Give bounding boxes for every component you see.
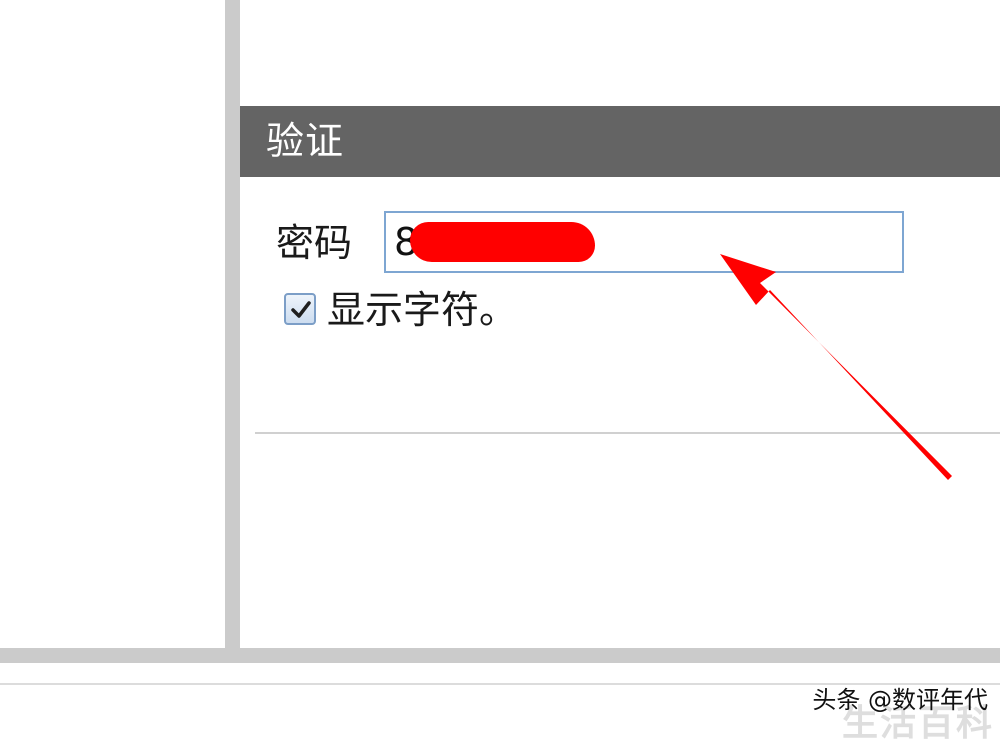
check-icon: [291, 301, 311, 318]
section-header-verify: 验证: [240, 106, 1000, 177]
show-chars-checkbox[interactable]: [284, 293, 316, 325]
vertical-splitter[interactable]: [225, 0, 240, 648]
password-label: 密码: [276, 221, 353, 265]
redaction-mark: [410, 222, 595, 262]
horizontal-splitter[interactable]: [0, 648, 1000, 663]
left-pane: [0, 0, 225, 648]
divider-line: [255, 432, 1000, 434]
watermark-source: 头条 @数评年代: [812, 686, 988, 714]
show-chars-label[interactable]: 显示字符。: [327, 286, 517, 334]
